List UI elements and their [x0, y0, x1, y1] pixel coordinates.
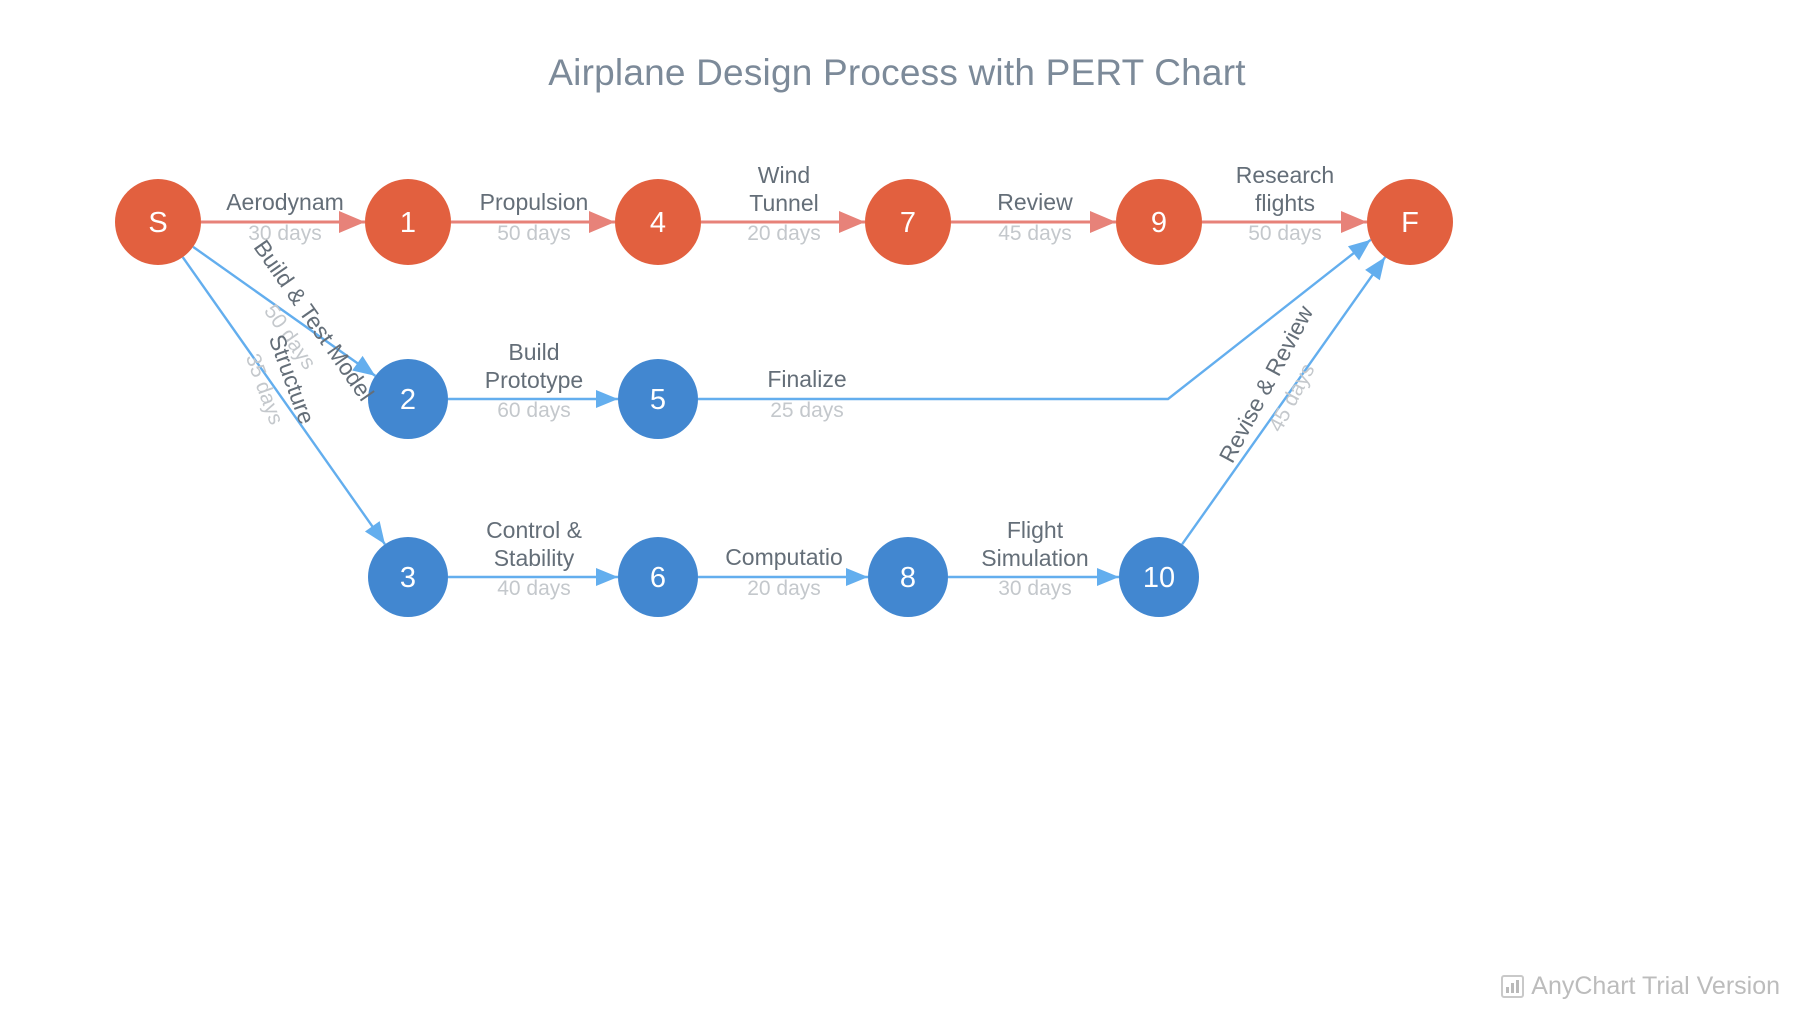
edge-label-group: Finalize 25 days [767, 366, 846, 422]
edge-arrowhead [1090, 211, 1116, 233]
edge-label-group: Computatio 20 days [725, 544, 843, 600]
edge-label-name: Aerodynam [226, 189, 344, 215]
node-label: 7 [900, 207, 916, 239]
edge-arrowhead [596, 390, 618, 408]
pert-diagram: S 1 4 7 9 F2 53 6 8 10 Aerodynam30 daysPropulsion… [115, 162, 1453, 617]
edge-label-name: Build [508, 339, 559, 365]
edge-label-group: BuildPrototype 60 days [485, 339, 583, 422]
node-label: 5 [650, 384, 666, 416]
edge-label-name: Computatio [725, 544, 843, 570]
edge-label-name: Research [1236, 162, 1334, 188]
edge-label-name: Propulsion [480, 189, 589, 215]
node-9[interactable]: 9 [1116, 179, 1202, 265]
edge-label-name: Tunnel [749, 190, 818, 216]
edge-label-days: 60 days [497, 399, 571, 422]
node-6[interactable]: 6 [618, 537, 698, 617]
node-1[interactable]: 1 [365, 179, 451, 265]
edge-label-name: Simulation [981, 545, 1088, 571]
edge-label-days: 40 days [497, 577, 571, 600]
node-label: 4 [650, 207, 666, 239]
edge-label-days: 30 days [998, 577, 1072, 600]
edge-label-group: FlightSimulation 30 days [981, 517, 1088, 600]
edge-label-name: flights [1255, 190, 1315, 216]
edge-label-name: Prototype [485, 367, 583, 393]
node-7[interactable]: 7 [865, 179, 951, 265]
edge-label-group: Review 45 days [997, 189, 1073, 245]
edge-arrowhead [839, 211, 865, 233]
edge-label-group: Propulsion 50 days [480, 189, 589, 245]
edge-label-rotated: Revise & Review45 days [1214, 301, 1320, 467]
node-label: 1 [400, 207, 416, 239]
edge-label-name: Review [997, 189, 1073, 215]
edge-arrowhead [589, 211, 615, 233]
node-2[interactable]: 2 [368, 359, 448, 439]
edge-label-name: Stability [494, 545, 575, 571]
node-3[interactable]: 3 [368, 537, 448, 617]
node-label: 3 [400, 562, 416, 594]
edge-label-days: 50 days [497, 222, 571, 245]
node-8[interactable]: 8 [868, 537, 948, 617]
pert-chart-canvas: Airplane Design Process with PERT Chart … [0, 0, 1794, 1015]
edge-label-days: 45 days [998, 222, 1072, 245]
edge-label-days: 20 days [747, 222, 821, 245]
edge-label-group: WindTunnel 20 days [747, 162, 821, 245]
edge-label-group: Revise & Review45 days [1214, 301, 1320, 467]
node-label: 10 [1143, 562, 1175, 594]
edge-label-days: 50 days [1248, 222, 1322, 245]
edge-label-name: Wind [758, 162, 810, 188]
watermark-label: AnyChart Trial Version [1531, 972, 1780, 1000]
node-label: S [148, 207, 167, 239]
edge-arrowhead [1097, 568, 1119, 586]
anychart-watermark: AnyChart Trial Version [1501, 972, 1780, 1001]
node-F[interactable]: F [1367, 179, 1453, 265]
edge-label-name: Flight [1007, 517, 1064, 543]
edge-label-name: Control & [486, 517, 582, 543]
bar-chart-icon [1501, 975, 1525, 998]
edge-arrowhead [1341, 211, 1367, 233]
edge-label-days: 20 days [747, 577, 821, 600]
edge-label-group: Aerodynam30 days [226, 189, 344, 245]
edge-label-name: Finalize [767, 366, 846, 392]
edge-arrowhead [846, 568, 868, 586]
node-4[interactable]: 4 [615, 179, 701, 265]
node-10[interactable]: 10 [1119, 537, 1199, 617]
node-label: 9 [1151, 207, 1167, 239]
node-label: 6 [650, 562, 666, 594]
node-S[interactable]: S [115, 179, 201, 265]
edge-label-group: Control &Stability 40 days [486, 517, 582, 600]
node-label: F [1401, 207, 1419, 239]
node-5[interactable]: 5 [618, 359, 698, 439]
node-label: 8 [900, 562, 916, 594]
node-label: 2 [400, 384, 416, 416]
edge-label-days: 25 days [770, 399, 844, 422]
edge-label-group: Researchflights 50 days [1236, 162, 1334, 245]
edge-arrowhead [596, 568, 618, 586]
